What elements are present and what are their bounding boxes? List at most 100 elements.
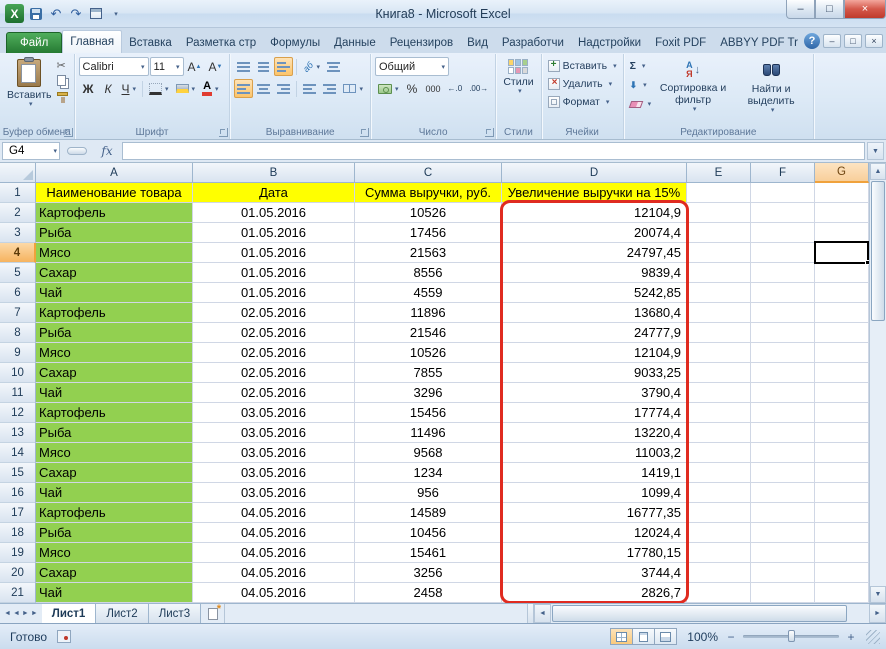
row-header-8[interactable]: 8 xyxy=(0,323,36,343)
col-header-F[interactable]: F xyxy=(751,163,815,183)
cell-C12[interactable]: 15456 xyxy=(355,403,502,423)
col-header-E[interactable]: E xyxy=(687,163,751,183)
row-header-19[interactable]: 19 xyxy=(0,543,36,563)
paste-button[interactable]: Вставить ▾ xyxy=(4,57,55,111)
cell-A18[interactable]: Рыба xyxy=(36,523,193,543)
cell-D9[interactable]: 12104,9 xyxy=(502,343,687,363)
col-header-C[interactable]: C xyxy=(355,163,502,183)
cell-D1[interactable]: Увеличение выручки на 15% xyxy=(502,183,687,203)
cell-D6[interactable]: 5242,85 xyxy=(502,283,687,303)
cell-G18[interactable] xyxy=(815,523,869,543)
cell-D8[interactable]: 24777,9 xyxy=(502,323,687,343)
cell-G21[interactable] xyxy=(815,583,869,603)
autosum-button[interactable]: Σ ▾ xyxy=(628,57,654,75)
grow-font-button[interactable]: А ▲ xyxy=(185,57,205,76)
cell-E2[interactable] xyxy=(687,203,751,223)
zoom-in-icon[interactable]: + xyxy=(844,630,858,644)
ribbon-tab-9[interactable]: Надстройки xyxy=(571,32,648,53)
italic-button[interactable]: К xyxy=(99,79,118,98)
tab-file[interactable]: Файл xyxy=(6,32,63,53)
cell-B21[interactable]: 04.05.2016 xyxy=(193,583,355,603)
cell-B1[interactable]: Дата xyxy=(193,183,355,203)
cell-B17[interactable]: 04.05.2016 xyxy=(193,503,355,523)
cell-F3[interactable] xyxy=(751,223,815,243)
cell-E16[interactable] xyxy=(687,483,751,503)
cell-A16[interactable]: Чай xyxy=(36,483,193,503)
cell-C20[interactable]: 3256 xyxy=(355,563,502,583)
insert-function-button[interactable]: fx xyxy=(94,142,120,160)
sheet-tab-3[interactable]: Лист3 xyxy=(148,604,202,623)
cell-C11[interactable]: 3296 xyxy=(355,383,502,403)
styles-button[interactable]: Стили ▾ xyxy=(500,57,536,98)
zoom-handle[interactable] xyxy=(788,630,795,642)
close-button[interactable]: × xyxy=(844,0,886,19)
dialog-launcher-icon[interactable] xyxy=(359,128,369,137)
cell-F9[interactable] xyxy=(751,343,815,363)
cell-C18[interactable]: 10456 xyxy=(355,523,502,543)
cell-C1[interactable]: Сумма выручки, руб. xyxy=(355,183,502,203)
shrink-font-button[interactable]: А ▼ xyxy=(205,57,225,76)
page-break-view-icon[interactable] xyxy=(654,628,678,645)
cell-B14[interactable]: 03.05.2016 xyxy=(193,443,355,463)
cell-A9[interactable]: Мясо xyxy=(36,343,193,363)
dialog-launcher-icon[interactable] xyxy=(63,128,73,137)
cell-A12[interactable]: Картофель xyxy=(36,403,193,423)
cell-B7[interactable]: 02.05.2016 xyxy=(193,303,355,323)
cell-F16[interactable] xyxy=(751,483,815,503)
cell-C5[interactable]: 8556 xyxy=(355,263,502,283)
col-header-G[interactable]: G xyxy=(815,163,869,183)
decrease-decimal-button[interactable]: .00→ xyxy=(466,79,491,98)
cell-F19[interactable] xyxy=(751,543,815,563)
col-header-D[interactable]: D xyxy=(502,163,687,183)
copy-icon[interactable] xyxy=(56,75,66,86)
cell-B8[interactable]: 02.05.2016 xyxy=(193,323,355,343)
vscroll-thumb[interactable] xyxy=(871,181,885,321)
zoom-out-icon[interactable]: − xyxy=(724,630,738,644)
cell-E14[interactable] xyxy=(687,443,751,463)
cell-G9[interactable] xyxy=(815,343,869,363)
cell-B10[interactable]: 02.05.2016 xyxy=(193,363,355,383)
align-middle-button[interactable] xyxy=(254,57,273,76)
cell-E19[interactable] xyxy=(687,543,751,563)
row-header-10[interactable]: 10 xyxy=(0,363,36,383)
qat-customize-icon[interactable]: ▾ xyxy=(108,5,124,22)
cell-C15[interactable]: 1234 xyxy=(355,463,502,483)
col-header-A[interactable]: A xyxy=(36,163,193,183)
cell-B3[interactable]: 01.05.2016 xyxy=(193,223,355,243)
cell-A19[interactable]: Мясо xyxy=(36,543,193,563)
cell-A1[interactable]: Наименование товара xyxy=(36,183,193,203)
cell-G2[interactable] xyxy=(815,203,869,223)
cell-C7[interactable]: 11896 xyxy=(355,303,502,323)
cell-D10[interactable]: 9033,25 xyxy=(502,363,687,383)
workbook-restore-icon[interactable]: □ xyxy=(844,34,862,48)
cut-icon[interactable]: ✂ xyxy=(57,59,70,72)
workbook-minimize-icon[interactable]: – xyxy=(823,34,841,48)
hscroll-track[interactable] xyxy=(551,604,869,623)
delete-cells-button[interactable]: Удалить▾ xyxy=(546,75,619,93)
page-layout-view-icon[interactable] xyxy=(632,628,656,645)
ribbon-tab-2[interactable]: Вставка xyxy=(122,32,179,53)
cell-D2[interactable]: 12104,9 xyxy=(502,203,687,223)
cell-D11[interactable]: 3790,4 xyxy=(502,383,687,403)
cell-D7[interactable]: 13680,4 xyxy=(502,303,687,323)
cell-D18[interactable]: 12024,4 xyxy=(502,523,687,543)
row-header-9[interactable]: 9 xyxy=(0,343,36,363)
scroll-left-icon[interactable]: ◄ xyxy=(534,604,551,623)
cell-C10[interactable]: 7855 xyxy=(355,363,502,383)
row-header-12[interactable]: 12 xyxy=(0,403,36,423)
font-size-select[interactable]: 11 ▾ xyxy=(149,57,184,76)
cell-D14[interactable]: 11003,2 xyxy=(502,443,687,463)
tab-splitter[interactable] xyxy=(527,604,534,623)
merge-center-button[interactable]: ▾ xyxy=(340,79,366,98)
cell-A10[interactable]: Сахар xyxy=(36,363,193,383)
cell-A17[interactable]: Картофель xyxy=(36,503,193,523)
cell-B12[interactable]: 03.05.2016 xyxy=(193,403,355,423)
zoom-slider[interactable]: − + xyxy=(724,630,858,644)
row-header-14[interactable]: 14 xyxy=(0,443,36,463)
cell-F4[interactable] xyxy=(751,243,815,263)
sheet-tab-1[interactable]: Лист1 xyxy=(41,604,97,623)
vertical-scrollbar[interactable]: ▲ ▼ xyxy=(869,163,886,603)
cell-F11[interactable] xyxy=(751,383,815,403)
cell-G13[interactable] xyxy=(815,423,869,443)
name-box[interactable]: G4 ▾ xyxy=(2,142,60,160)
